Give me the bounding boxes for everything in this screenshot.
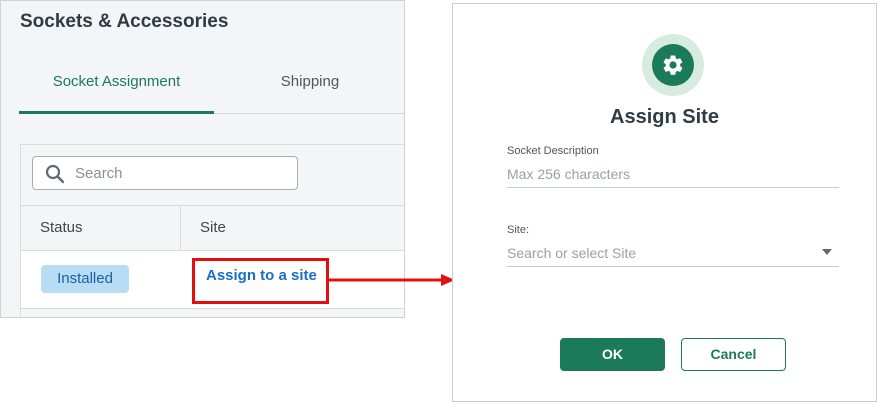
gear-icon: [663, 55, 683, 75]
dialog-title: Assign Site: [610, 106, 719, 128]
chevron-down-icon[interactable]: [821, 248, 833, 256]
assign-to-site-link[interactable]: Assign to a site: [206, 267, 317, 284]
column-header-site: Site: [200, 219, 226, 236]
dialog-icon-circle: [652, 44, 694, 86]
tab-bar: Socket Assignment Shipping: [19, 63, 404, 114]
tab-shipping[interactable]: Shipping: [229, 63, 391, 114]
column-header-status: Status: [40, 219, 83, 236]
search-box[interactable]: [32, 156, 298, 190]
dialog-icon-badge: [642, 34, 704, 96]
site-select-input[interactable]: [507, 239, 839, 267]
assign-site-dialog: Assign Site Socket Description Site: OK …: [452, 3, 877, 402]
search-icon: [45, 164, 65, 184]
status-badge: Installed: [41, 265, 129, 293]
tab-socket-assignment[interactable]: Socket Assignment: [19, 63, 214, 114]
table-header: Status Site: [21, 205, 404, 251]
page-title: Sockets & Accessories: [20, 11, 229, 32]
sockets-accessories-panel: Sockets & Accessories Socket Assignment …: [0, 0, 405, 318]
site-label: Site:: [507, 224, 530, 236]
active-tab-indicator: [19, 111, 214, 114]
socket-table-card: Status Site Installed Assign to a site: [20, 144, 404, 317]
search-input[interactable]: [75, 157, 290, 189]
tab-socket-assignment-label: Socket Assignment: [52, 73, 181, 90]
tab-shipping-label: Shipping: [280, 73, 340, 90]
socket-description-field[interactable]: [507, 160, 839, 188]
callout-arrow-icon: [329, 274, 455, 286]
cancel-button[interactable]: Cancel: [681, 338, 786, 371]
socket-description-label: Socket Description: [507, 145, 599, 157]
ok-button[interactable]: OK: [560, 338, 665, 371]
column-divider: [180, 205, 181, 251]
